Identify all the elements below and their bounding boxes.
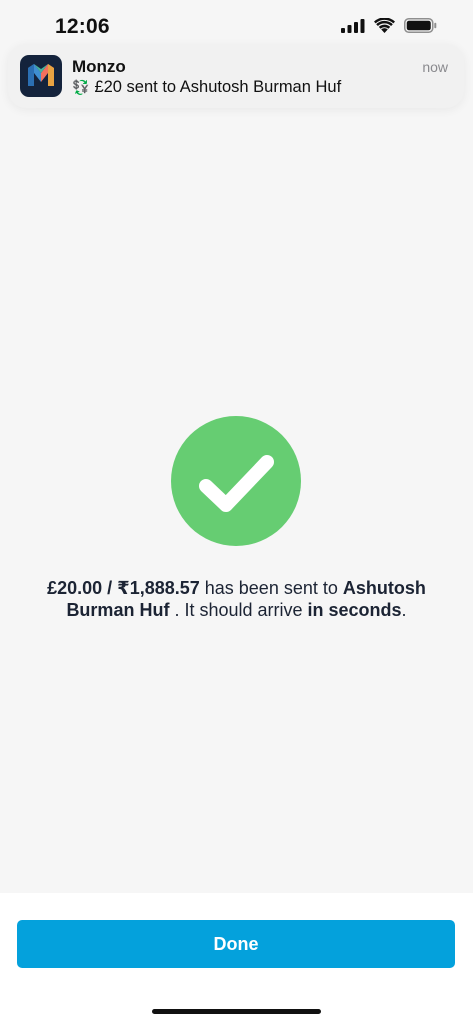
notification-body: 💱 £20 sent to Ashutosh Burman Huf — [72, 78, 341, 97]
done-button[interactable]: Done — [17, 920, 455, 968]
currency-exchange-icon: 💱 — [72, 79, 89, 96]
wifi-icon — [374, 18, 395, 33]
notification-app-name: Monzo — [72, 57, 126, 76]
notification-time: now — [422, 59, 448, 75]
transfer-success-screen: 12:06 Monzo now 💱 £20 sent to Ashutosh B… — [0, 0, 473, 1024]
success-checkmark-icon — [171, 416, 301, 546]
status-time: 12:06 — [55, 15, 110, 38]
message-text-3: . — [401, 600, 407, 620]
transfer-amount: £20.00 / ₹1,888.57 — [47, 578, 200, 598]
signal-icon — [341, 18, 365, 33]
bottom-action-panel: Done — [0, 893, 473, 1024]
message-text-2: . It should arrive — [169, 600, 308, 620]
monzo-logo-icon — [20, 55, 62, 97]
notification-banner[interactable]: Monzo now 💱 £20 sent to Ashutosh Burman … — [8, 44, 464, 108]
transfer-confirmation-message: £20.00 / ₹1,888.57 has been sent to Ashu… — [20, 577, 453, 621]
battery-icon — [404, 18, 437, 33]
notification-message: £20 sent to Ashutosh Burman Huf — [94, 78, 342, 96]
home-indicator[interactable] — [152, 1009, 321, 1014]
status-bar: 12:06 — [0, 0, 473, 48]
status-icons — [341, 18, 437, 33]
message-text-1: has been sent to — [199, 578, 343, 598]
arrival-time: in seconds — [307, 600, 402, 620]
